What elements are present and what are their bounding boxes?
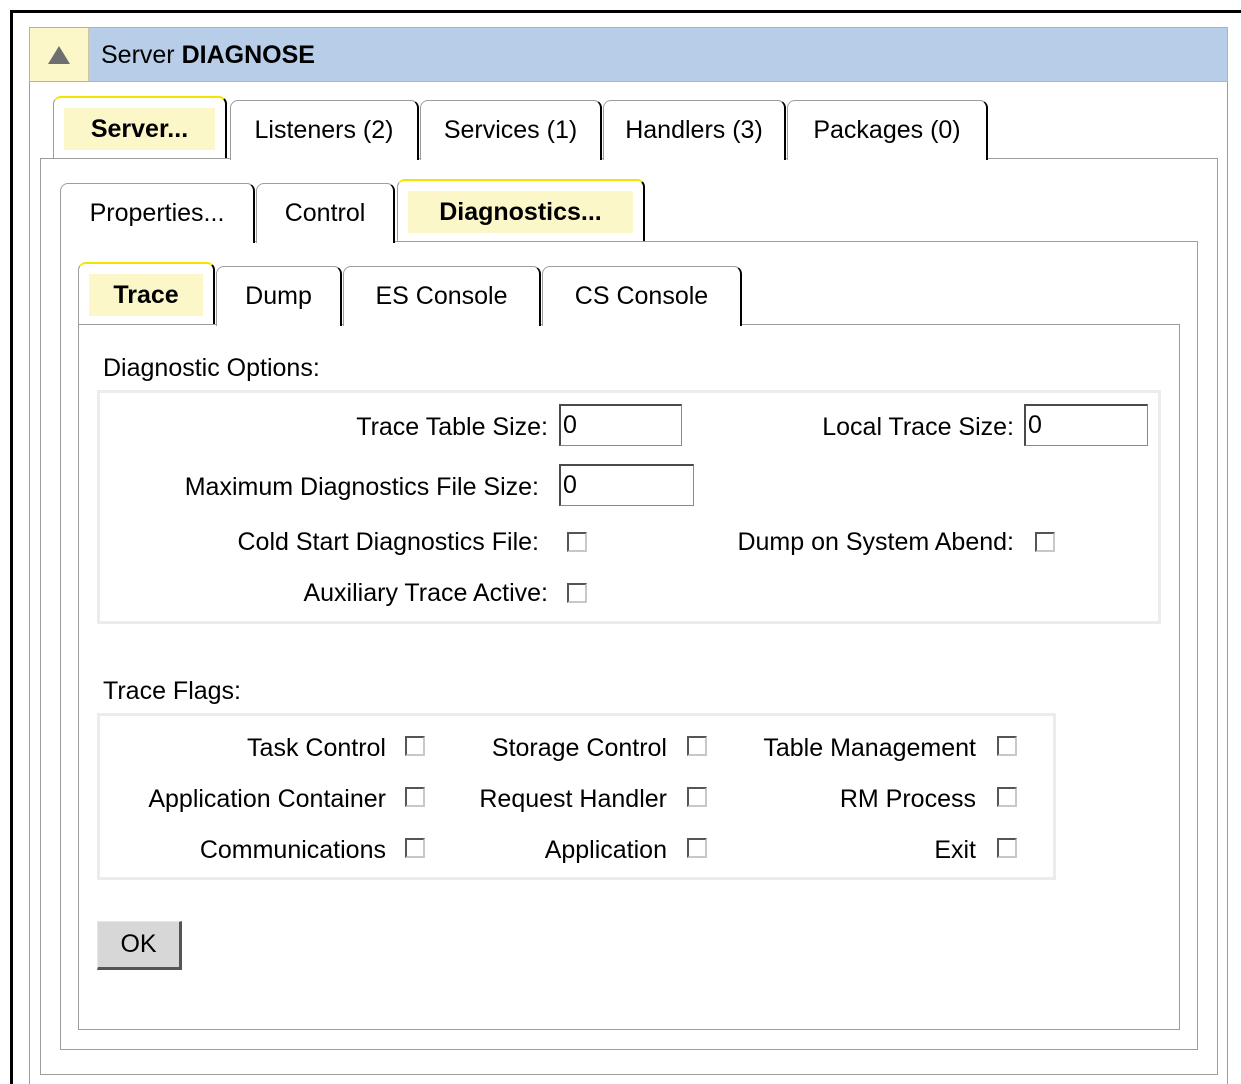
flag-label-communications: Communications bbox=[199, 836, 386, 864]
flag-label-storage-control: Storage Control bbox=[491, 734, 667, 762]
flag-checkbox-table-management[interactable] bbox=[997, 736, 1017, 756]
triangle-up-icon bbox=[48, 45, 70, 64]
dump-on-abend-checkbox[interactable] bbox=[1035, 532, 1055, 552]
flag-checkbox-communications[interactable] bbox=[405, 838, 425, 858]
trace-flags-heading: Trace Flags: bbox=[103, 677, 242, 705]
dump-on-abend-label: Dump on System Abend: bbox=[737, 528, 1014, 556]
flag-label-rm-process: RM Process bbox=[839, 785, 976, 813]
trace-table-size-input[interactable] bbox=[559, 404, 682, 446]
flag-label-application: Application bbox=[544, 836, 667, 864]
tab-services[interactable]: Services (1) bbox=[420, 100, 602, 160]
server-name: DIAGNOSE bbox=[181, 41, 315, 69]
tab-handlers[interactable]: Handlers (3) bbox=[603, 100, 786, 160]
max-diagnostics-file-size-input[interactable] bbox=[559, 464, 694, 506]
tab-dump[interactable]: Dump bbox=[216, 266, 342, 326]
tab-cs-console[interactable]: CS Console bbox=[542, 266, 742, 326]
tab-server[interactable]: Server... bbox=[53, 96, 227, 158]
tab-label: Properties... bbox=[89, 199, 225, 227]
auxiliary-trace-label: Auxiliary Trace Active: bbox=[303, 579, 548, 607]
cold-start-checkbox[interactable] bbox=[567, 532, 587, 552]
tab-label: ES Console bbox=[375, 282, 508, 310]
tab-label: CS Console bbox=[574, 282, 709, 310]
tab-label: Packages (0) bbox=[813, 116, 961, 144]
diagnostic-options-heading: Diagnostic Options: bbox=[103, 354, 320, 382]
tab-label: Handlers (3) bbox=[625, 116, 763, 144]
flag-label-table-management: Table Management bbox=[763, 734, 976, 762]
tab-control[interactable]: Control bbox=[256, 183, 395, 243]
local-trace-size-label: Local Trace Size: bbox=[822, 413, 1014, 441]
tab-label: Trace bbox=[113, 281, 179, 309]
window-frame-top bbox=[10, 10, 1241, 13]
flag-label-request-handler: Request Handler bbox=[479, 785, 667, 813]
tab-diagnostics[interactable]: Diagnostics... bbox=[397, 179, 645, 241]
tab-listeners[interactable]: Listeners (2) bbox=[230, 100, 419, 160]
local-trace-size-input[interactable] bbox=[1024, 404, 1148, 446]
flag-checkbox-application[interactable] bbox=[687, 838, 707, 858]
tab-label: Services (1) bbox=[443, 116, 578, 144]
flag-checkbox-exit[interactable] bbox=[997, 838, 1017, 858]
tab-label: Listeners (2) bbox=[254, 116, 394, 144]
collapse-button[interactable] bbox=[30, 28, 89, 81]
tab-label: Control bbox=[284, 199, 366, 227]
tab-trace[interactable]: Trace bbox=[78, 262, 215, 324]
tab-properties[interactable]: Properties... bbox=[60, 183, 255, 243]
server-title-bar: Server DIAGNOSE bbox=[29, 27, 1228, 82]
flag-checkbox-application-container[interactable] bbox=[405, 787, 425, 807]
tab-label: Server... bbox=[90, 115, 189, 143]
ok-button[interactable]: OK bbox=[97, 921, 182, 970]
tab-packages[interactable]: Packages (0) bbox=[787, 100, 988, 160]
title-prefix: Server bbox=[101, 41, 175, 69]
cold-start-label: Cold Start Diagnostics File: bbox=[237, 528, 539, 556]
page-title: Server DIAGNOSE bbox=[101, 41, 315, 70]
max-diagnostics-file-size-label: Maximum Diagnostics File Size: bbox=[184, 473, 539, 501]
flag-label-application-container: Application Container bbox=[148, 785, 386, 813]
auxiliary-trace-checkbox[interactable] bbox=[567, 583, 587, 603]
flag-checkbox-storage-control[interactable] bbox=[687, 736, 707, 756]
flag-checkbox-task-control[interactable] bbox=[405, 736, 425, 756]
flag-label-exit: Exit bbox=[934, 836, 976, 864]
tab-es-console[interactable]: ES Console bbox=[343, 266, 541, 326]
tab-label: Dump bbox=[245, 282, 312, 310]
flag-checkbox-rm-process[interactable] bbox=[997, 787, 1017, 807]
flag-checkbox-request-handler[interactable] bbox=[687, 787, 707, 807]
flag-label-task-control: Task Control bbox=[247, 734, 386, 762]
trace-table-size-label: Trace Table Size: bbox=[356, 413, 548, 441]
tab-label: Diagnostics... bbox=[439, 198, 602, 226]
window-frame-left bbox=[10, 10, 13, 1084]
